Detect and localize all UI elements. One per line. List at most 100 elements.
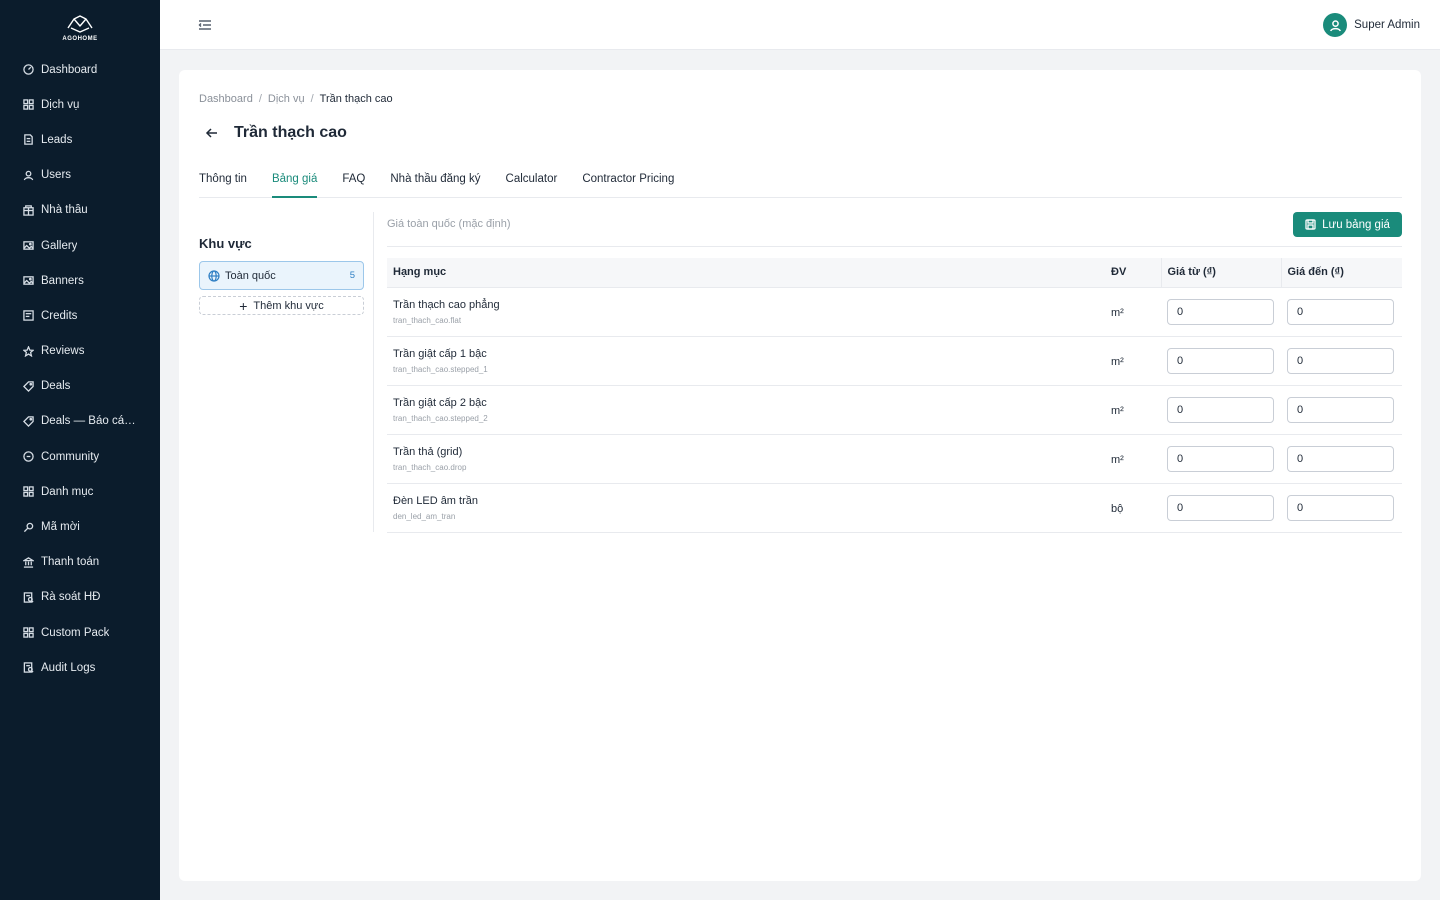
sidebar-item-label: Mã mời (41, 521, 80, 534)
user-name: Super Admin (1354, 19, 1420, 31)
sidebar-item-danh-m-c[interactable]: Danh mục (0, 474, 160, 509)
item-unit: m² (1111, 306, 1124, 319)
avatar (1323, 13, 1348, 37)
sidebar-item-r-so-t-h[interactable]: Rà soát HĐ (0, 580, 160, 615)
tab-calculator[interactable]: Calculator (506, 168, 558, 198)
document-icon (22, 134, 34, 146)
price-to-input[interactable] (1287, 347, 1394, 374)
breadcrumb-services[interactable]: Dịch vụ (268, 93, 305, 105)
item-cell: Đèn LED âm trần den_led_am_tran (387, 483, 1105, 533)
sidebar-item-deals-b-o-c-o[interactable]: Deals — Báo cáo ... (0, 404, 160, 439)
sidebar-item-label: Reviews (41, 345, 85, 358)
user-menu[interactable]: Super Admin (1323, 13, 1420, 37)
item-cell: Trần giật cấp 1 bậc tran_thach_cao.steppe… (387, 336, 1105, 386)
star-icon (22, 345, 34, 357)
sidebar-item-m-m-i[interactable]: Mã mời (0, 509, 160, 544)
grid-icon (22, 627, 34, 639)
region-item-nationwide[interactable]: Toàn quốc 5 (199, 261, 364, 290)
price-to-input[interactable] (1287, 298, 1394, 325)
item-unit: m² (1111, 355, 1124, 368)
price-from-cell (1161, 483, 1281, 533)
breadcrumb-separator: / (310, 93, 314, 105)
save-price-table-button[interactable]: Lưu bảng giá (1293, 212, 1402, 237)
price-to-input[interactable] (1287, 445, 1394, 472)
sidebar-item-label: Gallery (41, 239, 78, 252)
table-header-row: Hạng mục ĐV Giá từ (₫) Giá đến (₫) (387, 258, 1402, 288)
item-name: Trần thả (grid) (393, 445, 463, 458)
sidebar-item-community[interactable]: Community (0, 439, 160, 474)
price-to-input[interactable] (1287, 396, 1394, 423)
price-to-input[interactable] (1287, 494, 1394, 521)
item-name: Trần thạch cao phẳng (393, 298, 500, 311)
column-header-price-from: Giá từ (₫) (1160, 258, 1281, 288)
pricing-panel: Giá toàn quốc (mặc định) Lưu bảng giá Hạ… (387, 212, 1402, 533)
table-row: Trần giật cấp 2 bậc tran_thach_cao.steppe… (387, 385, 1402, 435)
audit-icon (22, 591, 34, 603)
pricing-header: Giá toàn quốc (mặc định) Lưu bảng giá (387, 212, 1402, 247)
tab-bar: Thông tin Bảng giá FAQ Nhà thầu đăng ký Calc… (199, 168, 1402, 198)
back-button[interactable] (205, 126, 219, 140)
breadcrumb-current: Trần thạch cao (319, 93, 393, 105)
sidebar-item-leads[interactable]: Leads (0, 122, 160, 157)
sidebar-item-thanh-to-n[interactable]: Thanh toán (0, 545, 160, 580)
price-from-input[interactable] (1167, 445, 1274, 472)
sidebar-item-reviews[interactable]: Reviews (0, 334, 160, 369)
price-from-input[interactable] (1167, 298, 1274, 325)
tab-contractor-pricing[interactable]: Contractor Pricing (582, 168, 674, 198)
sidebar-item-label: Users (41, 169, 72, 182)
sidebar-item-custom-pack[interactable]: Custom Pack (0, 615, 160, 650)
tab-nh-th-u-ng-k[interactable]: Nhà thầu đăng ký (390, 168, 480, 198)
user-icon (22, 169, 34, 181)
price-from-cell (1161, 434, 1281, 484)
bank-icon (22, 556, 34, 568)
building-icon (22, 204, 34, 216)
sidebar-item-label: Leads (41, 133, 73, 146)
sidebar-item-audit-logs[interactable]: Audit Logs (0, 650, 160, 685)
price-from-cell (1161, 287, 1281, 337)
dashboard-icon (22, 64, 34, 76)
menu-toggle-button[interactable] (198, 18, 212, 32)
price-to-cell (1281, 385, 1402, 435)
plus-icon: + (239, 297, 248, 314)
sidebar-item-d-ch-v[interactable]: Dịch vụ (0, 87, 160, 122)
add-region-button[interactable]: + Thêm khu vực (199, 296, 364, 315)
item-code: tran_thach_cao.flat (393, 315, 462, 325)
breadcrumb-dashboard[interactable]: Dashboard (199, 93, 253, 105)
price-from-cell (1161, 336, 1281, 386)
globe-icon (208, 269, 220, 282)
table-row: Trần thả (grid) tran_thach_cao.drop m² (387, 434, 1402, 484)
grid-icon (22, 99, 34, 111)
brand-logo[interactable]: AGOHOME (0, 0, 160, 50)
item-cell: Trần thả (grid) tran_thach_cao.drop (387, 434, 1105, 484)
top-header: Super Admin (160, 0, 1440, 50)
breadcrumb-separator: / (258, 93, 262, 105)
audit-icon (22, 662, 34, 674)
price-from-input[interactable] (1167, 396, 1274, 423)
tab-faq[interactable]: FAQ (342, 168, 365, 198)
sidebar-item-label: Nhà thầu (41, 204, 88, 217)
chat-icon (22, 451, 34, 463)
sidebar-item-dashboard[interactable]: Dashboard (0, 52, 160, 87)
region-title: Khu vực (199, 236, 252, 251)
user-icon (1329, 19, 1341, 31)
tab-b-ng-gi[interactable]: Bảng giá (271, 168, 318, 198)
price-from-input[interactable] (1167, 347, 1274, 374)
sidebar-item-deals[interactable]: Deals (0, 369, 160, 404)
sidebar-item-users[interactable]: Users (0, 158, 160, 193)
sidebar-item-nh-th-u[interactable]: Nhà thầu (0, 193, 160, 228)
unit-cell: m² (1105, 287, 1161, 337)
table-row: Trần giật cấp 1 bậc tran_thach_cao.steppe… (387, 336, 1402, 386)
tab-th-ng-tin[interactable]: Thông tin (199, 168, 247, 198)
region-panel: Khu vực Toàn quốc 5 + Thêm khu vực (199, 212, 374, 532)
sidebar-item-credits[interactable]: Credits (0, 298, 160, 333)
save-button-label: Lưu bảng giá (1322, 218, 1390, 231)
price-to-cell (1281, 336, 1402, 386)
sidebar-item-banners[interactable]: Banners (0, 263, 160, 298)
logo-icon (67, 15, 93, 33)
table-row: Đèn LED âm trần den_led_am_tran bộ (387, 483, 1402, 533)
sidebar-nav: Dashboard Dịch vụ Leads Users Nhà thầu Galler… (0, 52, 160, 685)
price-from-input[interactable] (1167, 494, 1274, 521)
sidebar-item-gallery[interactable]: Gallery (0, 228, 160, 263)
item-cell: Trần thạch cao phẳng tran_thach_cao.flat (387, 287, 1105, 337)
sidebar-item-label: Deals — Báo cáo ... (41, 415, 141, 428)
